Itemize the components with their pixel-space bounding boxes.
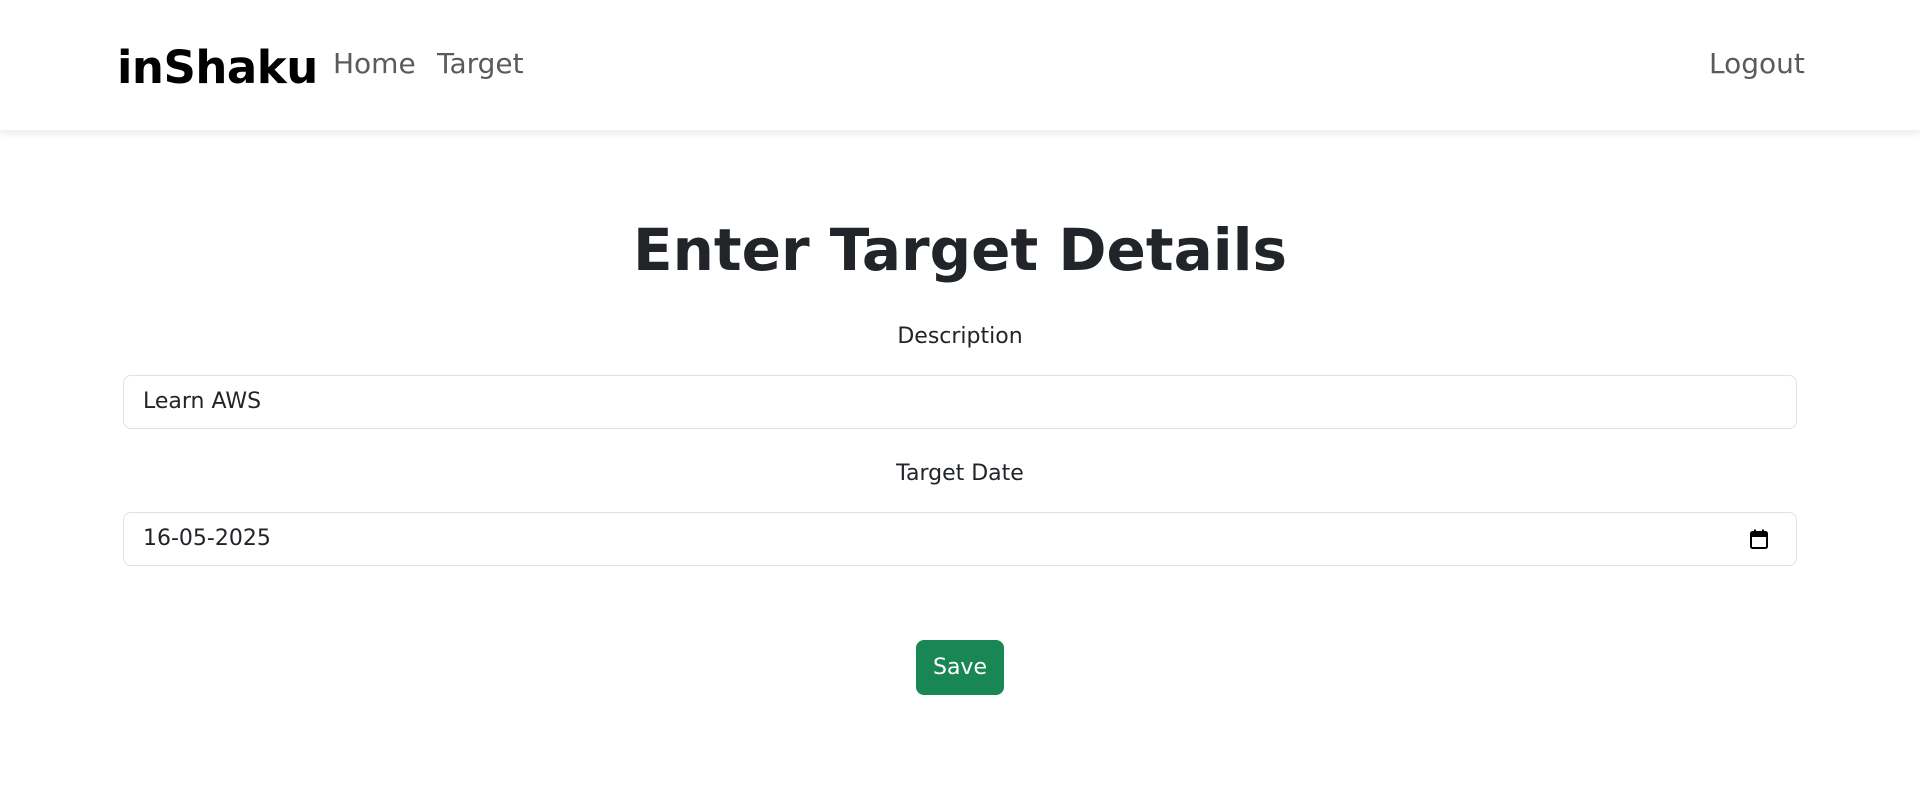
calendar-icon[interactable] <box>1748 528 1770 550</box>
brand-logo[interactable]: inShaku <box>117 38 318 98</box>
target-date-label: Target Date <box>896 461 1024 486</box>
page-title: Enter Target Details <box>632 216 1287 284</box>
logout-link[interactable]: Logout <box>1709 46 1805 82</box>
description-input[interactable]: Learn AWS <box>123 375 1797 429</box>
target-date-value: 16-05-2025 <box>143 526 271 551</box>
description-value: Learn AWS <box>143 389 262 414</box>
target-date-input[interactable]: 16-05-2025 <box>123 512 1797 566</box>
nav-link-target[interactable]: Target <box>437 46 524 82</box>
save-button[interactable]: Save <box>916 640 1004 695</box>
navbar: inShaku Home Target Logout <box>0 0 1920 131</box>
nav-link-home[interactable]: Home <box>333 46 416 82</box>
description-label: Description <box>897 324 1023 349</box>
